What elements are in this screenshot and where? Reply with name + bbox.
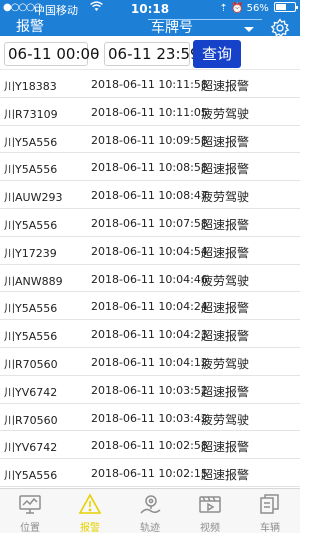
alarm-row[interactable]: 川Y5A556 2018-06-11 10:07:58 超速报警 (0, 209, 300, 237)
alarm-plate: 川Y5A556 (4, 469, 58, 483)
battery-icon (274, 2, 298, 12)
status-right-text: ⇡ ⏰ 56% (219, 3, 269, 14)
alarm-type: 疲劳驾驶 (201, 273, 250, 288)
alarm-time: 2018-06-11 10:03:42 (91, 411, 208, 425)
alarm-row[interactable]: 川Y5A556 2018-06-11 10:04:24 超速报警 (0, 292, 300, 321)
alarm-row[interactable]: 川R70560 2018-06-11 10:04:12 疲劳驾驶 (0, 348, 300, 376)
alarm-plate: 川Y17239 (4, 246, 57, 260)
alarm-row[interactable]: 川Y5A556 2018-06-11 10:04:23 超速报警 (0, 320, 300, 348)
alarm-plate: 川YV6742 (4, 385, 58, 399)
tab-label: 车辆 (260, 523, 280, 533)
alarm-time: 2018-06-11 10:04:46 (91, 272, 208, 286)
alarm-time: 2018-06-11 10:04:24 (91, 300, 208, 314)
alarm-type: 超速报警 (201, 329, 250, 344)
alarm-type: 超速报警 (201, 217, 250, 232)
alarm-plate: 川Y5A556 (4, 302, 58, 316)
alarm-plate: 川Y5A556 (4, 135, 58, 149)
chevron-down-icon (244, 27, 254, 32)
alarm-type: 疲劳驾驶 (201, 106, 250, 121)
alarm-type: 超速报警 (201, 134, 250, 149)
alarm-time: 2018-06-11 10:08:47 (91, 189, 208, 203)
alarm-row[interactable]: 川Y18383 2018-06-11 10:11:58 超速报警 (0, 70, 300, 98)
query-button[interactable]: 查询 (193, 40, 241, 68)
alarm-time: 2018-06-11 10:03:52 (91, 383, 208, 397)
alarm-plate: 川ANW889 (4, 274, 63, 288)
alarm-time: 2018-06-11 10:04:54 (91, 244, 208, 258)
status-bar: ●○○○○ 中国移动 10:18 ⇡ ⏰ 56% (0, 0, 300, 18)
alarm-time: 2018-06-11 10:11:05 (91, 105, 208, 119)
alarm-type: 超速报警 (201, 162, 250, 177)
start-datetime-field[interactable]: 06-11 00:00 (4, 42, 100, 66)
alarm-plate: 川R70560 (4, 413, 58, 427)
alarm-row[interactable]: 川ANW889 2018-06-11 10:04:46 疲劳驾驶 (0, 265, 300, 293)
warning-triangle-icon (78, 493, 102, 515)
alarm-row[interactable]: 川R73109 2018-06-11 10:11:05 疲劳驾驶 (0, 98, 300, 126)
route-pin-icon (138, 493, 162, 515)
alarm-time: 2018-06-11 10:07:58 (91, 216, 208, 230)
tab-label: 视频 (200, 523, 220, 533)
alarm-type: 超速报警 (201, 384, 250, 399)
tab-alarm[interactable]: 报警 (60, 489, 120, 533)
alarm-time: 2018-06-11 10:09:58 (91, 133, 208, 147)
alarm-type: 超速报警 (201, 79, 250, 93)
alarm-type: 超速报警 (201, 245, 250, 260)
alarm-type: 疲劳驾驶 (201, 356, 250, 371)
alarm-plate: 川AUW293 (4, 191, 63, 205)
alarm-row[interactable]: 川YV6742 2018-06-11 10:03:52 超速报警 (0, 376, 300, 404)
alarm-time: 2018-06-11 10:02:15 (91, 467, 208, 481)
alarm-row[interactable]: 川YV6742 2018-06-11 10:02:58 超速报警 (0, 431, 300, 460)
tab-location[interactable]: 位置 (0, 489, 60, 533)
status-right: ⇡ ⏰ 56% (219, 2, 298, 14)
tab-track[interactable]: 轨迹 (120, 489, 180, 533)
tab-bar: 位置 报警 轨迹 视频 车辆 (0, 488, 300, 533)
alarm-plate: 川YV6742 (4, 441, 58, 455)
alarm-plate: 川Y5A556 (4, 163, 58, 177)
alarm-time: 2018-06-11 10:04:12 (91, 355, 208, 369)
alarm-row[interactable]: 川AUW293 2018-06-11 10:08:47 疲劳驾驶 (0, 181, 300, 209)
page-title: 报警 (16, 19, 44, 35)
gear-icon[interactable] (270, 18, 292, 38)
tab-label: 轨迹 (140, 523, 160, 533)
alarm-plate: 川R73109 (4, 107, 58, 121)
alarm-plate: 川Y5A556 (4, 330, 58, 344)
tab-video[interactable]: 视频 (180, 489, 240, 533)
alarm-time: 2018-06-11 10:04:23 (91, 328, 208, 342)
alarm-time: 2018-06-11 10:11:58 (91, 78, 208, 91)
alarm-plate: 川Y5A556 (4, 218, 58, 232)
alarm-row[interactable]: 川R70560 2018-06-11 10:03:42 疲劳驾驶 (0, 404, 300, 432)
alarm-plate: 川R70560 (4, 357, 58, 371)
filter-type-select[interactable]: 车牌号 (148, 19, 262, 37)
end-datetime-field[interactable]: 06-11 23:59 (104, 42, 200, 66)
alarm-plate: 川Y18383 (4, 80, 57, 93)
alarm-row[interactable]: 川Y5A556 2018-06-11 10:08:58 超速报警 (0, 153, 300, 182)
alarm-row[interactable]: 川Y17239 2018-06-11 10:04:54 超速报警 (0, 237, 300, 265)
battery-level (276, 4, 286, 10)
range-separator: - (92, 43, 98, 62)
alarm-time: 2018-06-11 10:08:58 (91, 161, 208, 175)
video-icon (198, 493, 222, 515)
alarm-type: 疲劳驾驶 (201, 190, 250, 205)
alarm-list[interactable]: 川Y18383 2018-06-11 10:11:58 超速报警 川R73109 201… (0, 70, 300, 488)
alarm-row[interactable]: 川Y5A556 2018-06-11 10:02:15 超速报警 (0, 459, 300, 487)
alarm-type: 超速报警 (201, 301, 250, 316)
nav-bar: 报警 车牌号 (0, 18, 300, 38)
date-filter-bar: 06-11 00:00 - 06-11 23:59 查询 (0, 36, 300, 70)
alarm-type: 超速报警 (201, 440, 250, 455)
tab-vehicle[interactable]: 车辆 (240, 489, 300, 533)
alarm-row[interactable]: 川Y5A556 2018-06-11 10:09:58 超速报警 (0, 126, 300, 154)
vehicle-docs-icon (258, 493, 282, 515)
tab-label: 报警 (80, 523, 100, 533)
alarm-type: 超速报警 (201, 468, 250, 483)
tab-label: 位置 (20, 523, 40, 533)
filter-type-value: 车牌号 (151, 20, 193, 36)
alarm-time: 2018-06-11 10:02:58 (91, 439, 208, 453)
alarm-type: 疲劳驾驶 (201, 412, 250, 427)
monitor-location-icon (18, 493, 42, 515)
